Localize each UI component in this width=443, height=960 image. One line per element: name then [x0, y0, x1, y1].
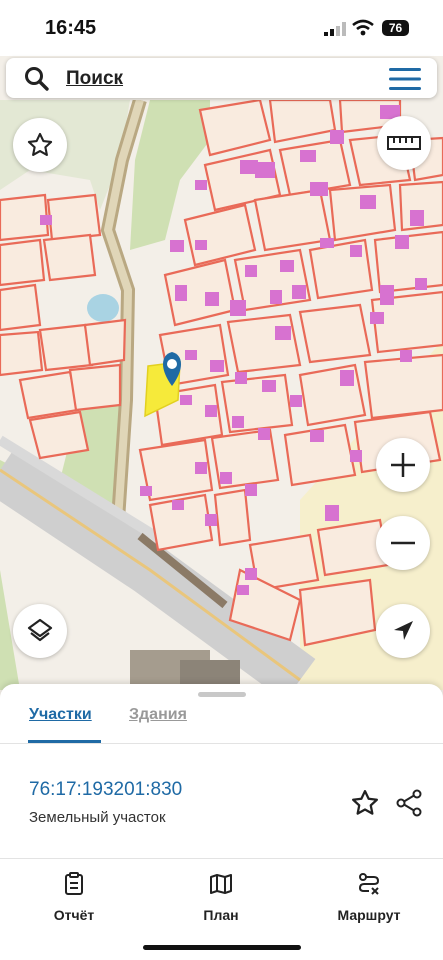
cellular-signal-icon	[324, 22, 346, 36]
ruler-button[interactable]	[377, 116, 431, 170]
map-canvas[interactable]	[0, 100, 443, 690]
tab-divider	[0, 743, 443, 744]
search-label[interactable]: Поиск	[66, 68, 123, 90]
status-time: 16:45	[45, 17, 97, 39]
nav-plan[interactable]: План	[161, 872, 281, 923]
navigation-arrow-icon	[394, 621, 413, 640]
home-indicator[interactable]	[143, 945, 301, 950]
cadastral-map[interactable]	[0, 100, 443, 690]
share-icon[interactable]	[394, 788, 424, 818]
result-divider	[0, 858, 443, 859]
cadastral-number[interactable]: 76:17:193201:830	[29, 779, 182, 801]
zoom-in-button[interactable]	[376, 438, 430, 492]
battery-icon: 76	[382, 20, 409, 36]
tab-parcels[interactable]: Участки	[29, 706, 92, 724]
tab-buildings[interactable]: Здания	[129, 706, 187, 724]
map-plan-icon	[210, 874, 232, 894]
route-icon	[358, 873, 380, 895]
plus-icon	[391, 453, 415, 477]
nav-report-label: Отчёт	[53, 907, 95, 923]
nav-route[interactable]: Маршрут	[309, 872, 429, 923]
my-location-button[interactable]	[376, 604, 430, 658]
minus-icon	[391, 541, 415, 545]
nav-plan-label: План	[203, 907, 239, 923]
search-icon[interactable]	[24, 66, 50, 92]
object-type-label: Земельный участок	[29, 809, 166, 826]
nav-report[interactable]: Отчёт	[14, 872, 134, 923]
layers-button[interactable]	[13, 604, 67, 658]
report-icon	[65, 872, 83, 895]
search-bar[interactable]: Поиск	[6, 58, 437, 98]
layers-icon	[27, 618, 53, 642]
star-icon	[27, 132, 53, 156]
favorite-star-icon[interactable]	[350, 788, 380, 818]
sheet-drag-handle[interactable]	[198, 692, 246, 697]
hamburger-menu-icon[interactable]	[389, 68, 421, 90]
status-bar: 16:45 76	[0, 0, 443, 56]
zoom-out-button[interactable]	[376, 516, 430, 570]
ruler-icon	[387, 136, 421, 150]
wifi-icon	[352, 19, 374, 36]
nav-route-label: Маршрут	[337, 907, 401, 923]
bottom-sheet: Участки Здания 76:17:193201:830 Земельны…	[0, 684, 443, 960]
favorites-button[interactable]	[13, 118, 67, 172]
